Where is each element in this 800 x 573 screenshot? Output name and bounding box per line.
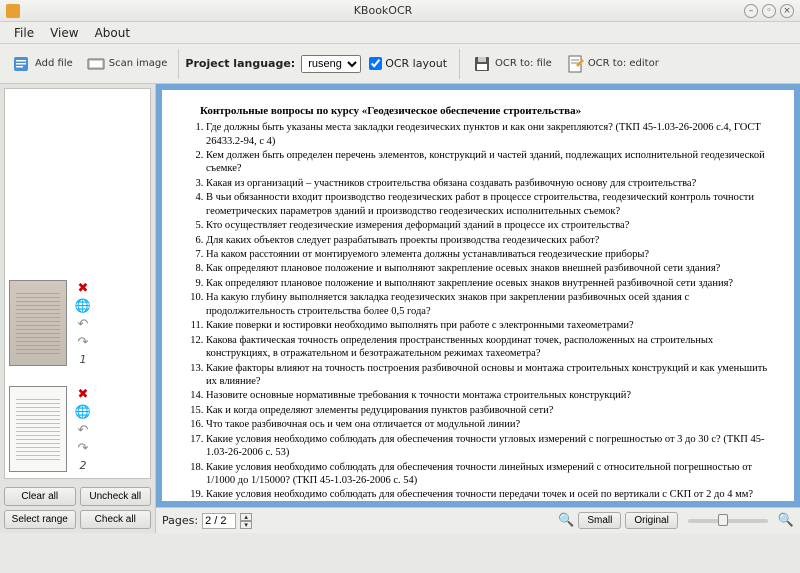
editor-icon xyxy=(564,53,586,75)
document-list-item: Какая из организаций – участников строит… xyxy=(206,177,776,190)
document-list: Где должны быть указаны места закладки г… xyxy=(180,121,776,501)
thumbnail-panel: ✖ 🌐 ↶ ↷ 1 ✖ 🌐 ↶ ↷ 2 xyxy=(4,88,151,479)
thumb-globe-icon[interactable]: 🌐 xyxy=(75,405,91,421)
scan-image-button[interactable]: Scan image xyxy=(80,50,173,78)
document-list-item: Кто осуществляет геодезические измерения… xyxy=(206,219,776,232)
document-list-item: В чьи обязанности входит производство ге… xyxy=(206,191,776,218)
thumbnail-1[interactable]: ✖ 🌐 ↶ ↷ 1 xyxy=(9,273,146,373)
scan-image-label: Scan image xyxy=(109,58,168,69)
thumb-delete-icon[interactable]: ✖ xyxy=(75,281,91,297)
document-list-item: Как определяют плановое положение и выпо… xyxy=(206,262,776,275)
window-title: KBookOCR xyxy=(26,4,740,17)
ocr-to-editor-label: OCR to: editor xyxy=(588,58,659,69)
thumb-delete-icon[interactable]: ✖ xyxy=(75,387,91,403)
document-list-item: Для каких объектов следует разрабатывать… xyxy=(206,234,776,247)
document-list-item: Где должны быть указаны места закладки г… xyxy=(206,121,776,148)
add-file-icon xyxy=(11,53,33,75)
thumb-rotate-right-icon[interactable]: ↷ xyxy=(75,441,91,457)
clear-all-button[interactable]: Clear all xyxy=(4,487,76,506)
menu-view[interactable]: View xyxy=(42,23,86,43)
zoom-original-button[interactable]: Original xyxy=(625,512,677,529)
save-icon xyxy=(471,53,493,75)
document-list-item: На каком расстоянии от монтируемого элем… xyxy=(206,248,776,261)
app-icon xyxy=(6,4,20,18)
thumb-number: 1 xyxy=(80,353,87,366)
language-select[interactable]: ruseng xyxy=(301,55,361,73)
page-up-button[interactable]: ▴ xyxy=(240,513,252,521)
zoom-small-button[interactable]: Small xyxy=(578,512,621,529)
document-list-item: Какие условия необходимо соблюдать для о… xyxy=(206,488,776,501)
document-title: Контрольные вопросы по курсу «Геодезичес… xyxy=(200,104,776,118)
document-list-item: Какова фактическая точность определения … xyxy=(206,334,776,361)
ocr-to-editor-button[interactable]: OCR to: editor xyxy=(559,50,664,78)
page-viewer[interactable]: Контрольные вопросы по курсу «Геодезичес… xyxy=(156,84,800,507)
document-list-item: Назовите основные нормативные требования… xyxy=(206,389,776,402)
ocr-layout-label: OCR layout xyxy=(385,57,447,70)
add-file-label: Add file xyxy=(35,58,73,69)
uncheck-all-button[interactable]: Uncheck all xyxy=(80,487,152,506)
zoom-slider[interactable] xyxy=(688,519,768,523)
project-language-label: Project language: xyxy=(185,57,295,70)
pages-field[interactable] xyxy=(202,513,236,529)
scan-icon xyxy=(85,53,107,75)
document-list-item: Какие поверки и юстировки необходимо вып… xyxy=(206,319,776,332)
page-down-button[interactable]: ▾ xyxy=(240,521,252,529)
document-list-item: Что такое разбивочная ось и чем она отли… xyxy=(206,418,776,431)
document-list-item: Какие факторы влияют на точность построе… xyxy=(206,362,776,389)
ocr-to-file-button[interactable]: OCR to: file xyxy=(466,50,557,78)
document-list-item: Кем должен быть определен перечень элеме… xyxy=(206,149,776,176)
thumb-rotate-right-icon[interactable]: ↷ xyxy=(75,335,91,351)
document-list-item: Как и когда определяют элементы редуциро… xyxy=(206,404,776,417)
menu-about[interactable]: About xyxy=(87,23,138,43)
select-range-button[interactable]: Select range xyxy=(4,510,76,529)
document-list-item: На какую глубину выполняется закладка ге… xyxy=(206,291,776,318)
check-all-button[interactable]: Check all xyxy=(80,510,152,529)
ocr-to-file-label: OCR to: file xyxy=(495,58,552,69)
minimize-button[interactable]: – xyxy=(744,4,758,18)
document-page: Контрольные вопросы по курсу «Геодезичес… xyxy=(162,90,794,501)
thumb-number: 2 xyxy=(80,459,87,472)
add-file-button[interactable]: Add file xyxy=(6,50,78,78)
thumb-globe-icon[interactable]: 🌐 xyxy=(75,299,91,315)
pages-label: Pages: xyxy=(162,514,198,527)
thumb-rotate-left-icon[interactable]: ↶ xyxy=(75,423,91,439)
thumbnail-2[interactable]: ✖ 🌐 ↶ ↷ 2 xyxy=(9,379,146,479)
thumb-rotate-left-icon[interactable]: ↶ xyxy=(75,317,91,333)
zoom-in-icon: 🔍 xyxy=(778,513,794,528)
document-list-item: Какие условия необходимо соблюдать для о… xyxy=(206,433,776,460)
zoom-icon: 🔍 xyxy=(558,513,574,528)
maximize-button[interactable]: ◦ xyxy=(762,4,776,18)
document-list-item: Как определяют плановое положение и выпо… xyxy=(206,277,776,290)
close-button[interactable]: × xyxy=(780,4,794,18)
ocr-layout-checkbox[interactable] xyxy=(369,57,382,70)
document-list-item: Какие условия необходимо соблюдать для о… xyxy=(206,461,776,488)
menu-file[interactable]: File xyxy=(6,23,42,43)
